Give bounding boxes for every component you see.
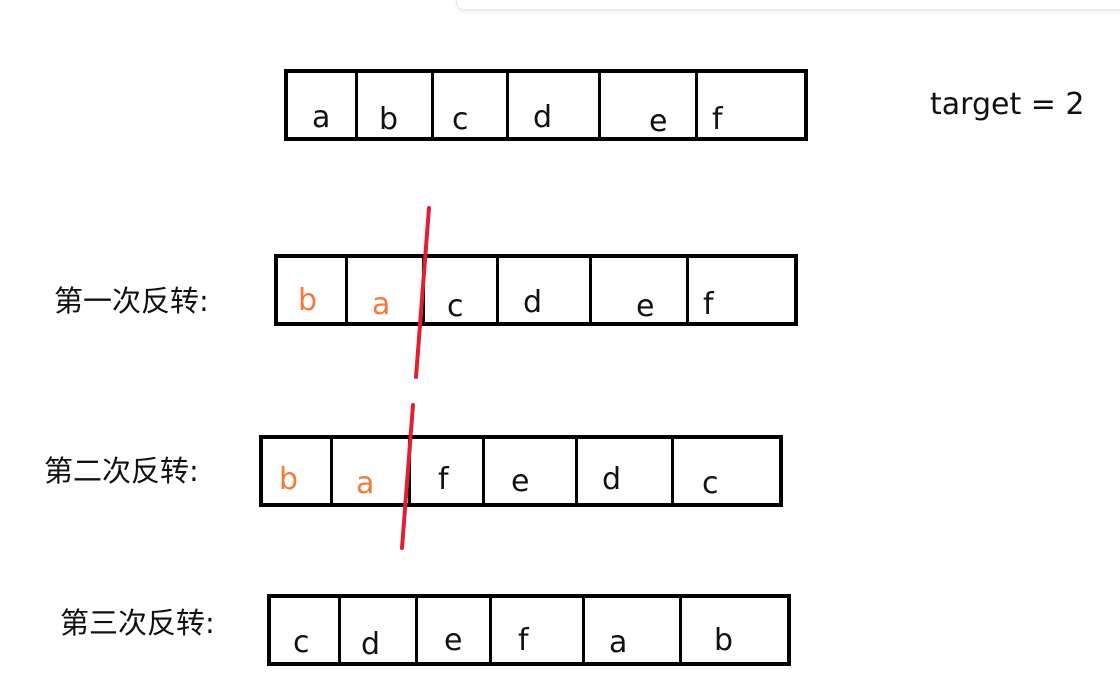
- cut-lines: [400, 206, 431, 550]
- cut-line-second: [400, 403, 415, 550]
- cut-line-first: [414, 206, 431, 379]
